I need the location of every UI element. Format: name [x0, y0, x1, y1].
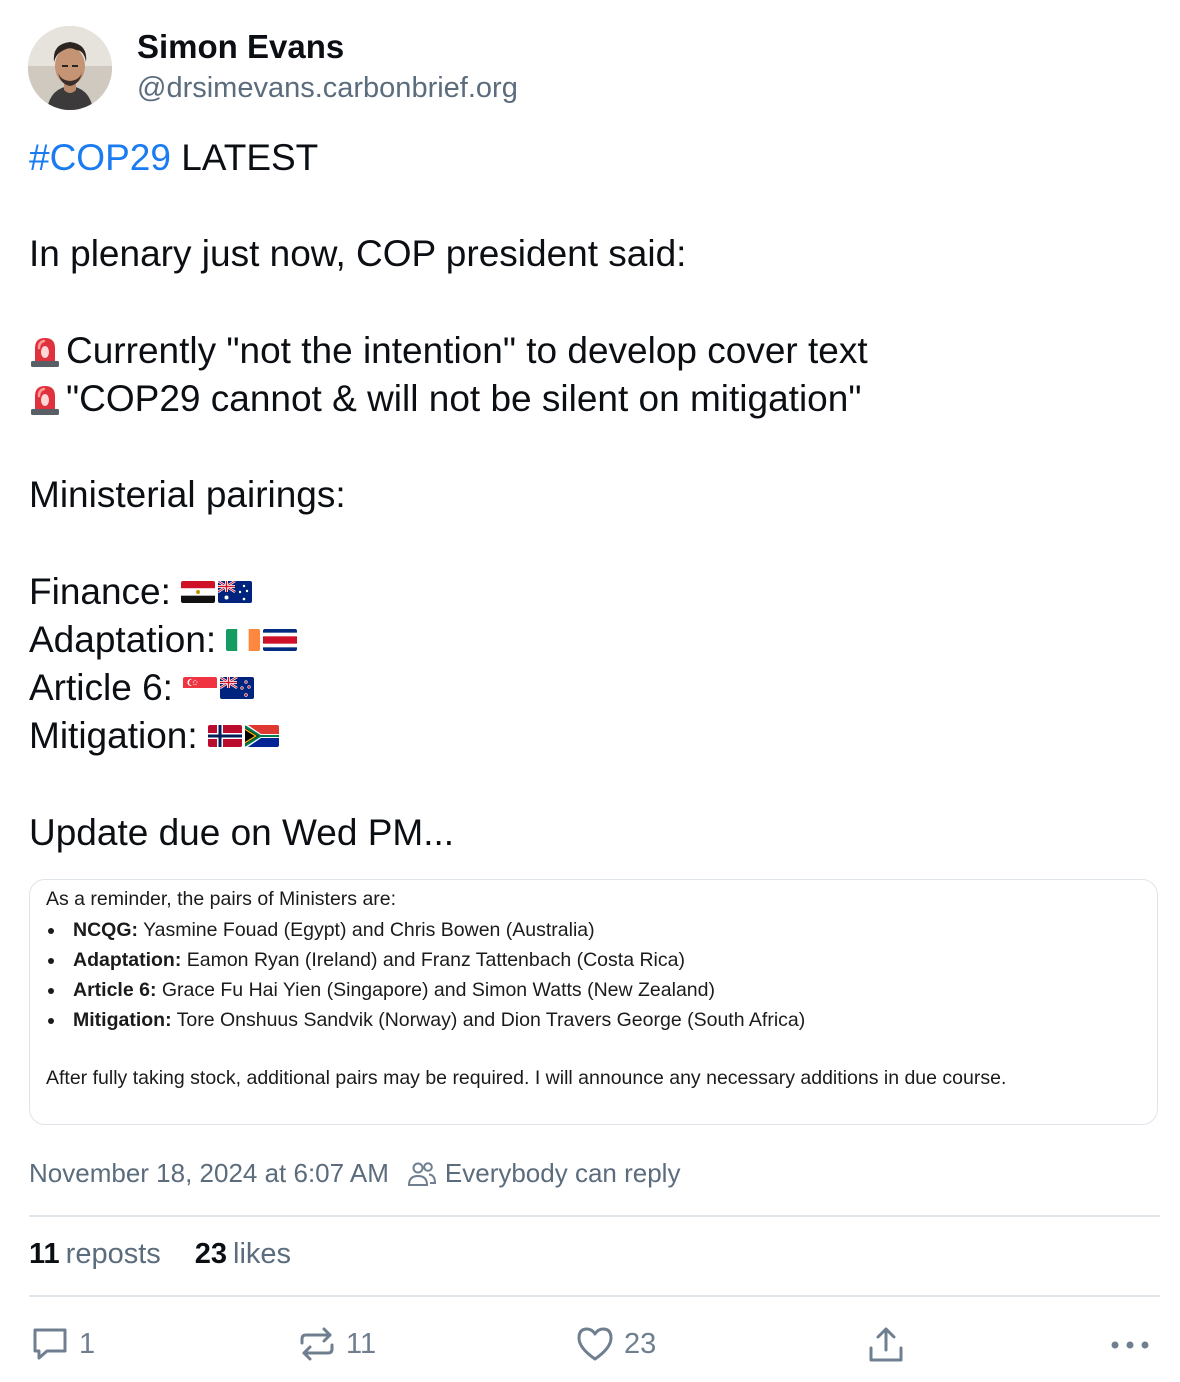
norway-flag-icon — [207, 725, 242, 748]
share-icon — [869, 1327, 903, 1362]
more-icon — [1111, 1341, 1149, 1349]
costa-rica-flag-icon — [263, 628, 298, 651]
point-line: Currently "not the intention" to develop… — [29, 327, 1149, 375]
reposts-label: reposts — [65, 1238, 161, 1270]
post-meta: November 18, 2024 at 6:07 AM Everybody c… — [29, 1158, 680, 1189]
likes-label: likes — [233, 1238, 292, 1270]
like-button[interactable]: 23 — [576, 1326, 656, 1362]
people-icon — [407, 1161, 436, 1186]
reposts-stat[interactable]: 11 reposts — [29, 1238, 161, 1271]
pairing-line: Article 6: — [29, 664, 1149, 712]
singapore-flag-icon — [182, 677, 217, 700]
embed-list-item: Mitigation: Tore Onshuus Sandvik (Norway… — [46, 1008, 805, 1038]
headline-line: #COP29 LATEST — [29, 134, 1149, 182]
post-timestamp[interactable]: November 18, 2024 at 6:07 AM — [29, 1158, 389, 1189]
hashtag-link[interactable]: #COP29 — [29, 134, 171, 182]
more-options-button[interactable] — [1110, 1340, 1150, 1350]
pairing-label: Mitigation: — [29, 715, 198, 757]
point-2-text: "COP29 cannot & will not be silent on mi… — [66, 377, 862, 419]
south-africa-flag-icon — [244, 725, 279, 748]
pairing-line: Mitigation: — [29, 712, 1149, 760]
author-avatar[interactable] — [28, 26, 112, 110]
ireland-flag-icon — [226, 628, 261, 651]
pairings-heading: Ministerial pairings: — [29, 474, 346, 516]
embed-item-title: Adaptation: — [73, 949, 182, 971]
reposts-count: 11 — [29, 1238, 60, 1270]
engagement-stats: 11 reposts 23 likes — [29, 1238, 291, 1271]
embed-list-item: Article 6: Grace Fu Hai Yien (Singapore)… — [46, 978, 805, 1008]
embed-list-item: NCQG: Yasmine Fouad (Egypt) and Chris Bo… — [46, 918, 805, 948]
embed-item-text: Eamon Ryan (Ireland) and Franz Tattenbac… — [181, 949, 685, 971]
siren-icon — [31, 337, 59, 367]
reply-button[interactable]: 1 — [31, 1326, 95, 1362]
embed-item-title: NCQG: — [73, 919, 138, 941]
pairing-line: Adaptation: — [29, 616, 1149, 664]
likes-count: 23 — [194, 1238, 228, 1270]
embed-list: NCQG: Yasmine Fouad (Egypt) and Chris Bo… — [46, 918, 805, 1038]
closing-line: Update due on Wed PM... — [29, 811, 455, 853]
heart-icon — [577, 1327, 613, 1361]
reply-setting: Everybody can reply — [444, 1158, 681, 1188]
post-thread: Simon Evans @drsimevans.carbonbrief.org … — [0, 0, 1180, 1382]
point-1-text: Currently "not the intention" to develop… — [66, 329, 868, 371]
embed-note: After fully taking stock, additional pai… — [46, 1067, 1007, 1089]
author-name[interactable]: Simon Evans — [137, 28, 344, 66]
action-bar: 1 11 23 — [0, 1318, 1180, 1374]
reply-icon — [33, 1328, 67, 1360]
pairing-line: Finance: — [29, 568, 1149, 616]
siren-icon — [31, 386, 59, 416]
likes-stat[interactable]: 23 likes — [195, 1238, 291, 1271]
pairing-label: Article 6: — [29, 667, 173, 709]
divider — [29, 1295, 1160, 1297]
share-button[interactable] — [868, 1326, 904, 1364]
embed-intro: As a reminder, the pairs of Ministers ar… — [46, 888, 397, 910]
headline-text: LATEST — [170, 137, 319, 178]
intro-line: In plenary just now, COP president said: — [29, 233, 687, 275]
post-text: #COP29 LATEST In plenary just now, COP p… — [29, 134, 1149, 857]
australia-flag-icon — [217, 580, 252, 603]
pairing-label: Finance: — [29, 570, 171, 612]
embed-item-title: Article 6: — [73, 979, 157, 1001]
repost-icon — [300, 1327, 334, 1361]
embed-item-text: Grace Fu Hai Yien (Singapore) and Simon … — [156, 979, 715, 1001]
repost-button[interactable]: 11 — [298, 1326, 376, 1362]
pairing-label: Adaptation: — [29, 618, 217, 660]
embed-item-text: Tore Onshuus Sandvik (Norway) and Dion T… — [171, 1009, 806, 1031]
embedded-image[interactable]: As a reminder, the pairs of Ministers ar… — [29, 879, 1158, 1125]
reply-count: 1 — [79, 1327, 96, 1360]
repost-count: 11 — [346, 1327, 377, 1360]
embed-item-text: Yasmine Fouad (Egypt) and Chris Bowen (A… — [138, 919, 595, 941]
egypt-flag-icon — [180, 580, 215, 603]
point-line: "COP29 cannot & will not be silent on mi… — [29, 375, 1149, 423]
new-zealand-flag-icon — [219, 677, 254, 700]
like-count: 23 — [624, 1327, 657, 1360]
embed-list-item: Adaptation: Eamon Ryan (Ireland) and Fra… — [46, 948, 805, 978]
divider — [29, 1215, 1160, 1217]
embed-item-title: Mitigation: — [73, 1009, 172, 1031]
author-handle[interactable]: @drsimevans.carbonbrief.org — [137, 72, 518, 105]
